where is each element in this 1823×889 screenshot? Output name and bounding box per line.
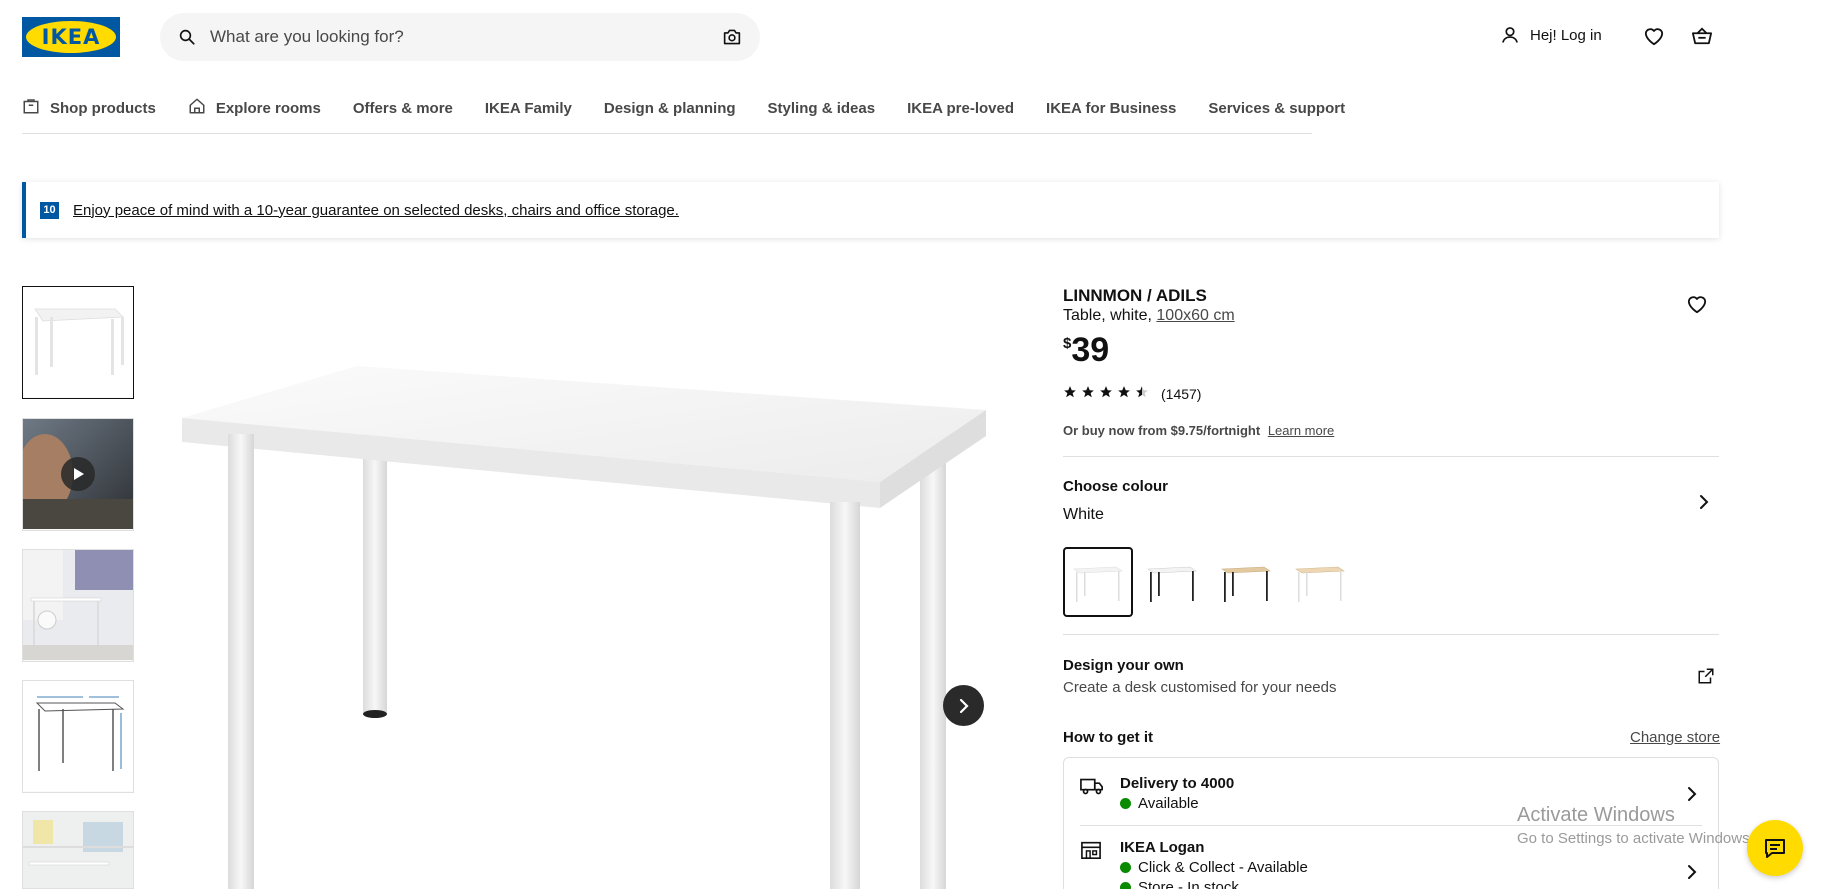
camera-icon[interactable] <box>722 28 742 46</box>
product-size-link[interactable]: 100x60 cm <box>1156 307 1234 324</box>
price-amount: 39 <box>1071 331 1110 369</box>
star-icon <box>1081 385 1095 402</box>
rating-count: (1457) <box>1161 385 1202 402</box>
finance-info: Or buy now from $9.75/fortnight Learn mo… <box>1063 423 1334 438</box>
nav-pre-loved[interactable]: IKEA pre-loved <box>907 96 1014 120</box>
login-link[interactable]: Hej! Log in <box>1500 25 1602 45</box>
ten-year-badge: 10 <box>40 201 59 219</box>
chat-bubble-icon <box>1763 837 1787 859</box>
choose-colour-label: Choose colour <box>1063 478 1169 495</box>
product-desc-text: Table, white, <box>1063 307 1152 324</box>
thumbnail-video[interactable] <box>22 418 134 531</box>
main-nav: Shop products Explore rooms Offers & mor… <box>22 96 1345 134</box>
store-title[interactable]: IKEA Logan <box>1120 839 1204 856</box>
nav-label: Shop products <box>50 99 156 117</box>
save-to-list-heart-icon[interactable] <box>1686 294 1708 319</box>
logo-oval: IKEA <box>26 21 116 53</box>
finance-text: Or buy now from $9.75/fortnight <box>1063 423 1261 438</box>
nav-shop-products[interactable]: Shop products <box>22 96 156 120</box>
nav-styling-ideas[interactable]: Styling & ideas <box>768 96 876 120</box>
delivery-title[interactable]: Delivery to 4000 <box>1120 775 1234 792</box>
next-image-button[interactable] <box>943 685 984 726</box>
store-stock-text: Store - In stock <box>1138 879 1239 889</box>
star-icon <box>1117 385 1131 402</box>
nav-design-planning[interactable]: Design & planning <box>604 96 736 120</box>
product-main-image <box>180 286 995 889</box>
nav-ikea-family[interactable]: IKEA Family <box>485 96 572 120</box>
bag-icon <box>22 97 50 119</box>
colour-chevron-right-icon[interactable] <box>1698 494 1710 510</box>
nav-offers[interactable]: Offers & more <box>353 96 453 120</box>
product-price: $ 39 <box>1063 330 1109 370</box>
thumbnail-lifestyle[interactable] <box>22 811 134 889</box>
available-dot <box>1120 798 1131 809</box>
colour-swatch-oak-white[interactable] <box>1285 547 1355 617</box>
star-icon <box>1099 385 1113 402</box>
store-chevron-right-icon[interactable] <box>1686 864 1698 880</box>
design-your-own-title[interactable]: Design your own <box>1063 657 1184 674</box>
guarantee-banner: 10 Enjoy peace of mind with a 10-year gu… <box>22 182 1719 238</box>
external-link-icon[interactable] <box>1697 667 1715 690</box>
colour-swatch-white-black[interactable] <box>1137 547 1207 617</box>
play-icon <box>61 457 95 491</box>
how-to-get-it-title: How to get it <box>1063 729 1153 746</box>
nav-explore-rooms[interactable]: Explore rooms <box>188 96 321 120</box>
search-bar[interactable]: What are you looking for? <box>160 13 760 61</box>
product-description: Table, white, 100x60 cm <box>1063 307 1235 325</box>
cart-icon[interactable] <box>1691 26 1713 46</box>
store-icon <box>1080 840 1102 865</box>
click-collect-status: Click & Collect - Available <box>1120 859 1308 876</box>
ikea-logo[interactable]: IKEA <box>22 17 120 57</box>
design-your-own-subtitle: Create a desk customised for your needs <box>1063 679 1337 696</box>
learn-more-link[interactable]: Learn more <box>1268 423 1334 438</box>
rating[interactable]: (1457) <box>1063 385 1201 402</box>
store-stock-status: Store - In stock <box>1120 879 1239 889</box>
thumbnail-dimensions[interactable] <box>22 680 134 793</box>
login-label: Hej! Log in <box>1530 26 1602 44</box>
star-icon <box>1063 385 1077 402</box>
divider <box>1063 456 1719 457</box>
thumbnail-room[interactable] <box>22 549 134 662</box>
activate-windows-watermark: Activate Windows <box>1517 804 1675 826</box>
chevron-right-icon <box>957 698 971 714</box>
available-dot <box>1120 882 1131 889</box>
nav-services-support[interactable]: Services & support <box>1208 96 1345 120</box>
divider <box>1063 634 1719 635</box>
house-icon <box>188 97 216 119</box>
chat-button[interactable] <box>1747 820 1803 876</box>
nav-for-business[interactable]: IKEA for Business <box>1046 96 1176 120</box>
price-currency: $ <box>1063 335 1072 352</box>
search-icon <box>178 28 196 46</box>
nav-label: Explore rooms <box>215 99 321 117</box>
delivery-status: Available <box>1120 795 1199 812</box>
guarantee-link[interactable]: Enjoy peace of mind with a 10-year guara… <box>73 202 679 219</box>
product-name: LINNMON / ADILS <box>1063 286 1207 305</box>
search-input[interactable]: What are you looking for? <box>210 27 722 47</box>
logo-text: IKEA <box>41 25 101 49</box>
activate-windows-subtext: Go to Settings to activate Windows. <box>1517 830 1754 847</box>
colour-swatch-oak-black[interactable] <box>1211 547 1281 617</box>
delivery-status-text: Available <box>1138 795 1199 812</box>
selected-colour: White <box>1063 506 1104 523</box>
available-dot <box>1120 862 1131 873</box>
click-collect-text: Click & Collect - Available <box>1138 859 1308 876</box>
thumbnail-1[interactable] <box>22 286 134 399</box>
user-icon <box>1500 25 1520 45</box>
delivery-chevron-right-icon[interactable] <box>1686 786 1698 802</box>
colour-swatch-white[interactable] <box>1063 547 1133 617</box>
change-store-link[interactable]: Change store <box>1630 729 1720 746</box>
half-star-icon <box>1135 385 1149 402</box>
truck-icon <box>1080 776 1104 801</box>
wishlist-heart-icon[interactable] <box>1643 26 1665 46</box>
